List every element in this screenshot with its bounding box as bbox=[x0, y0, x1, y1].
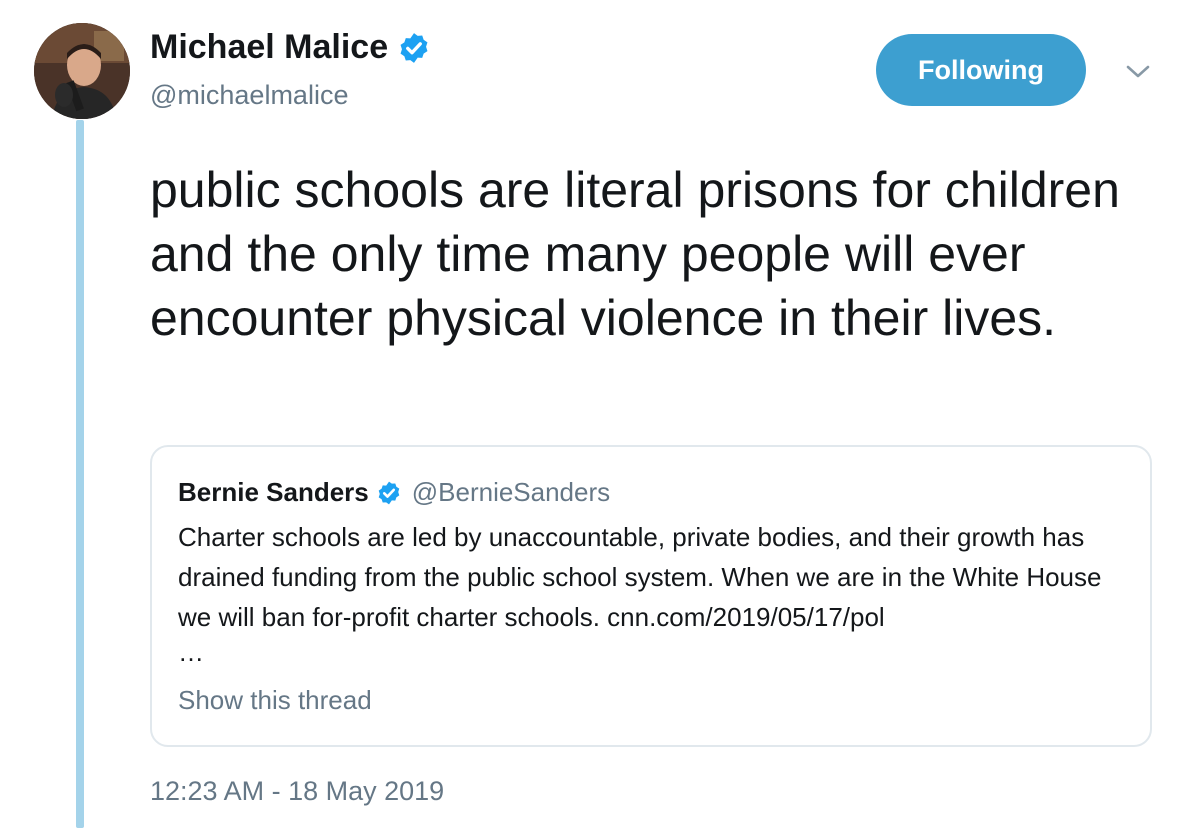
thread-line bbox=[76, 120, 84, 828]
quoted-tweet-text: Charter schools are led by unaccountable… bbox=[178, 522, 1102, 632]
show-thread-link[interactable]: Show this thread bbox=[178, 685, 372, 716]
author-display-name[interactable]: Michael Malice bbox=[150, 28, 431, 67]
quoted-tweet-ellipsis: … bbox=[178, 637, 204, 667]
quoted-author-handle: @BernieSanders bbox=[411, 477, 611, 507]
following-button[interactable]: Following bbox=[876, 34, 1086, 106]
verified-badge-icon bbox=[376, 480, 402, 506]
author-name-text: Michael Malice bbox=[150, 28, 389, 66]
verified-badge-icon bbox=[397, 31, 431, 65]
quoted-author-name: Bernie Sanders bbox=[178, 477, 369, 507]
chevron-down-icon[interactable] bbox=[1124, 62, 1152, 82]
avatar[interactable] bbox=[34, 23, 130, 119]
tweet-text: public schools are literal prisons for c… bbox=[150, 162, 1120, 346]
author-handle[interactable]: @michaelmalice bbox=[150, 80, 348, 111]
avatar-photo bbox=[34, 23, 130, 119]
quoted-tweet-card[interactable]: Bernie Sanders @BernieSanders Charter sc… bbox=[150, 445, 1152, 747]
quoted-tweet-header: Bernie Sanders @BernieSanders bbox=[178, 477, 610, 508]
tweet-timestamp[interactable]: 12:23 AM - 18 May 2019 bbox=[150, 776, 444, 807]
